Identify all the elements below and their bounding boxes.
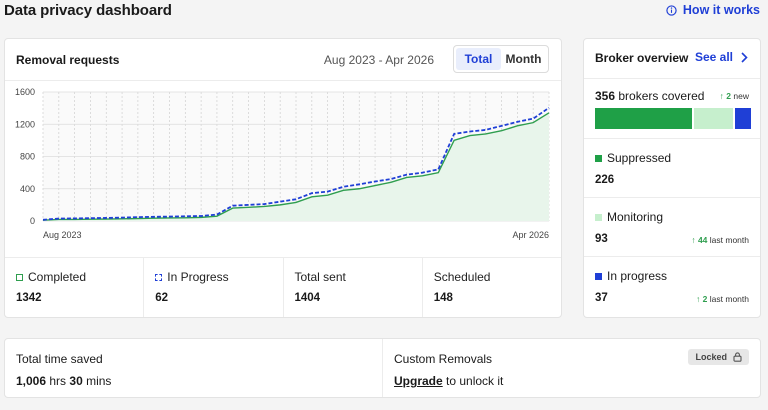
bottom-card: Total time saved 1,006 hrs 30 mins Custo… xyxy=(4,338,761,398)
row-value: 226 xyxy=(595,174,615,186)
y-tick-label: 400 xyxy=(20,184,35,194)
new-badge: ↑ 2 new xyxy=(720,91,749,101)
new-count: 2 xyxy=(726,91,732,101)
toggle-total[interactable]: Total xyxy=(456,48,501,70)
stat-value: 1342 xyxy=(16,292,42,304)
row-delta: ↑ 2 last month xyxy=(696,294,749,304)
see-all-label: See all xyxy=(694,50,733,64)
stat-in-progress: In Progress 62 xyxy=(144,258,284,317)
up-arrow-icon: ↑ xyxy=(696,294,701,304)
info-icon xyxy=(666,4,677,16)
toggle-month[interactable]: Month xyxy=(501,48,546,70)
stat-scheduled: Scheduled 148 xyxy=(423,258,561,317)
broker-bar-segment xyxy=(735,108,751,129)
locked-label: Locked xyxy=(695,352,727,362)
removal-stats: Completed 1342 In Progress 62 Total sent… xyxy=(5,257,561,317)
new-text: new xyxy=(733,91,749,101)
broker-distribution-bar xyxy=(595,108,751,129)
stat-value: 148 xyxy=(433,292,453,304)
how-it-works-label: How it works xyxy=(682,3,760,17)
y-tick-label: 800 xyxy=(20,152,35,162)
removal-requests-card: Removal requests Aug 2023 - Apr 2026 Tot… xyxy=(4,38,562,318)
x-tick-label-start: Aug 2023 xyxy=(43,230,82,240)
y-tick-label: 1600 xyxy=(15,87,35,97)
custom-removals: Custom Removals Locked Upgrade to unlock… xyxy=(383,339,760,397)
completed-legend-icon xyxy=(16,273,23,281)
unlock-text: to unlock it xyxy=(446,374,504,388)
in-progress-legend-icon xyxy=(155,273,163,281)
brokers-covered: 356 brokers covered ↑ 2 new xyxy=(584,79,760,139)
row-value: 93 xyxy=(595,233,608,245)
broker-title: Broker overview xyxy=(595,51,689,65)
delta-text: last month xyxy=(709,235,749,245)
broker-header: Broker overview See all xyxy=(584,39,760,79)
stat-label: Completed xyxy=(28,270,87,284)
removal-header: Removal requests Aug 2023 - Apr 2026 Tot… xyxy=(5,39,561,81)
monitoring-legend-icon xyxy=(595,213,602,221)
stat-value: 62 xyxy=(155,292,169,304)
removal-chart: 0 400 800 1200 1600 Aug 2023 Apr 2026 xyxy=(5,82,561,257)
see-all-link[interactable]: See all xyxy=(695,50,748,64)
mins-value: 30 xyxy=(69,374,83,388)
stat-value: 1404 xyxy=(294,292,321,304)
covered-count: 356 xyxy=(595,89,616,103)
x-tick-label-end: Apr 2026 xyxy=(512,230,549,240)
upgrade-text: Upgrade to unlock it xyxy=(394,374,503,388)
hrs-unit: hrs xyxy=(49,374,67,388)
stat-label: In Progress xyxy=(167,270,229,284)
delta-value: 2 xyxy=(702,294,708,304)
delta-text: last month xyxy=(709,294,749,304)
removal-chart-svg: 0 400 800 1200 1600 Aug 2023 Apr 2026 xyxy=(15,87,550,240)
broker-overview-card: Broker overview See all 356 brokers cove… xyxy=(583,38,761,318)
stat-completed: Completed 1342 xyxy=(5,258,145,317)
time-saved-value: 1,006 hrs 30 mins xyxy=(16,374,111,388)
view-toggle: Total Month xyxy=(453,45,549,73)
covered-text: brokers covered xyxy=(618,89,705,103)
page-title: Data privacy dashboard xyxy=(4,2,172,19)
removal-title: Removal requests xyxy=(16,53,120,67)
stat-total-sent: Total sent 1404 xyxy=(284,258,423,317)
time-saved: Total time saved 1,006 hrs 30 mins xyxy=(5,339,383,397)
locked-badge: Locked xyxy=(688,349,749,365)
y-tick-label: 0 xyxy=(30,216,35,226)
broker-bar-segment xyxy=(595,108,692,129)
broker-bar-segment xyxy=(693,108,734,129)
broker-row-suppressed: Suppressed 226 xyxy=(584,139,760,198)
suppressed-legend-icon xyxy=(595,154,602,162)
lock-icon xyxy=(733,352,742,362)
broker-row-in-progress: In progress 37 ↑ 2 last month xyxy=(584,257,760,316)
row-value: 37 xyxy=(595,292,608,304)
row-label: Suppressed xyxy=(607,151,672,165)
y-tick-label: 1200 xyxy=(15,119,35,129)
how-it-works-link[interactable]: How it works xyxy=(666,3,760,17)
chevron-right-icon xyxy=(741,51,748,63)
row-label: In progress xyxy=(607,269,668,283)
up-arrow-icon: ↑ xyxy=(691,235,696,245)
row-label: Monitoring xyxy=(607,210,664,224)
hrs-value: 1,006 xyxy=(16,374,47,388)
upgrade-link[interactable]: Upgrade xyxy=(394,374,443,388)
in-progress-legend-icon xyxy=(595,272,602,280)
broker-row-monitoring: Monitoring 93 ↑ 44 last month xyxy=(584,198,760,257)
time-saved-label: Total time saved xyxy=(16,352,103,366)
mins-unit: mins xyxy=(86,374,112,388)
custom-removals-label: Custom Removals xyxy=(394,352,493,366)
delta-value: 44 xyxy=(697,235,708,245)
stat-label: Total sent xyxy=(294,270,346,284)
date-range: Aug 2023 - Apr 2026 xyxy=(323,53,434,67)
row-delta: ↑ 44 last month xyxy=(691,235,749,245)
up-arrow-icon: ↑ xyxy=(719,91,724,101)
stat-label: Scheduled xyxy=(433,270,491,284)
